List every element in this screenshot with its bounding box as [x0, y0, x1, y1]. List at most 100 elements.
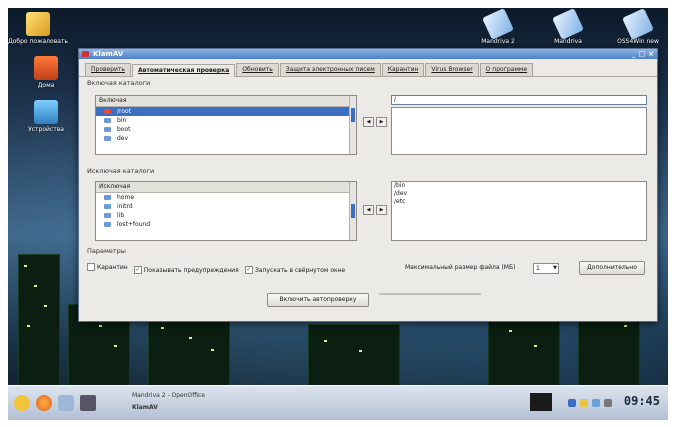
tree-row-label: lost+found: [117, 221, 151, 228]
wallpaper-building: [308, 324, 400, 386]
tree-row-label: initrd: [117, 203, 133, 210]
list-item[interactable]: /dev: [392, 190, 646, 198]
scrollbar-thumb[interactable]: [351, 204, 355, 218]
minimize-button[interactable]: _: [632, 49, 636, 59]
mail-icon[interactable]: [58, 395, 74, 411]
remove-exclude-button[interactable]: ◀: [363, 205, 374, 215]
folder-icon: [104, 213, 111, 218]
task-openoffice[interactable]: Mandriva 2 - OpenOffice: [132, 392, 205, 399]
firefox-icon[interactable]: [36, 395, 52, 411]
folder-icon: [104, 222, 111, 227]
scrollbar-thumb[interactable]: [351, 108, 355, 122]
terminal-icon[interactable]: [80, 395, 96, 411]
include-group-label: Включая каталоги: [87, 79, 151, 87]
params-group: Параметры Карантин ✓ Показывать предупреж…: [87, 247, 647, 277]
desktop-icon-label: Дома: [37, 82, 55, 89]
tree-row-label: dev: [117, 135, 129, 142]
tree-row[interactable]: lost+found: [96, 220, 356, 229]
desktop: Добро пожаловать Дома Устройства Mandriv…: [8, 8, 668, 420]
checkbox-box[interactable]: ✓: [244, 266, 253, 274]
checkbox-box[interactable]: [87, 263, 95, 271]
tree-row[interactable]: boot: [96, 125, 356, 134]
tab-scan[interactable]: Проверить: [85, 63, 131, 76]
checkbox-label: Запускать в свёрнутом окне: [254, 266, 346, 274]
wallpaper-building: [18, 254, 60, 386]
tab-autoscan[interactable]: Автоматическая проверка: [131, 64, 236, 77]
volume-icon[interactable]: [604, 399, 612, 407]
tab-update[interactable]: Обновить: [236, 63, 279, 76]
include-tree-scrollbar[interactable]: [349, 96, 356, 154]
maximize-button[interactable]: □: [639, 49, 646, 59]
tree-row[interactable]: lib: [96, 211, 356, 220]
exclude-tree[interactable]: Исключая home initrd lib lost+found: [95, 181, 357, 241]
folder-icon: [104, 127, 111, 132]
list-item[interactable]: /etc: [392, 198, 646, 206]
task-klamav[interactable]: KlamAV: [132, 404, 158, 411]
exclude-tree-scrollbar[interactable]: [349, 182, 356, 240]
network-icon[interactable]: [568, 399, 576, 407]
tab-virus-browser[interactable]: Virus Browser: [425, 63, 479, 76]
start-minimized-checkbox[interactable]: ✓ Запускать в свёрнутом окне: [244, 266, 346, 274]
list-item[interactable]: /bin: [392, 182, 646, 190]
desktop-icon-label: OSS4Win new: [617, 38, 659, 45]
folder-icon: [104, 118, 111, 123]
max-size-select[interactable]: 1: [533, 263, 559, 274]
klamav-icon: [82, 51, 89, 57]
include-tree-header[interactable]: Включая: [96, 96, 356, 107]
window-title: KlamAV: [93, 50, 124, 58]
desktop-icon-label: Устройства: [28, 126, 64, 133]
tree-row[interactable]: home: [96, 193, 356, 202]
tree-row[interactable]: bin: [96, 116, 356, 125]
folder-icon: [104, 109, 111, 114]
desktop-icon-home[interactable]: Дома: [16, 56, 76, 89]
tree-row[interactable]: initrd: [96, 202, 356, 211]
desktop-icon-mandriva-2[interactable]: Mandriva 2: [468, 8, 528, 45]
desktop-icon-label: Mandriva: [554, 38, 582, 45]
include-list[interactable]: [391, 107, 647, 155]
close-button[interactable]: ×: [648, 49, 654, 59]
exclude-group-label: Исключая каталоги: [87, 167, 155, 175]
desktop-icon-mandriva[interactable]: Mandriva: [538, 8, 598, 45]
checkbox-label: Карантин: [97, 263, 128, 271]
desktop-pager[interactable]: [530, 393, 552, 411]
show-warnings-checkbox[interactable]: ✓ Показывать предупреждения: [133, 266, 239, 274]
tab-about[interactable]: О программе: [479, 63, 534, 76]
exclude-tree-header[interactable]: Исключая: [96, 182, 356, 193]
welcome-icon: [26, 12, 50, 36]
clock[interactable]: 09:45: [624, 394, 660, 408]
quarantine-checkbox[interactable]: Карантин: [87, 263, 128, 271]
max-size-label: Максимальный размер файла (МБ): [405, 264, 516, 271]
mandriva-icon: [482, 8, 514, 40]
mandriva-icon: [622, 8, 654, 40]
devices-icon: [34, 100, 58, 124]
add-exclude-button[interactable]: ▶: [376, 205, 387, 215]
klamav-window: KlamAV _ □ × Проверить Автоматическая пр…: [78, 48, 658, 322]
advanced-button[interactable]: Дополнительно: [579, 261, 645, 275]
folder-icon: [104, 136, 111, 141]
wallpaper-building: [148, 314, 230, 386]
tree-row[interactable]: dev: [96, 134, 356, 143]
window-titlebar[interactable]: KlamAV _ □ ×: [79, 49, 657, 59]
add-include-button[interactable]: ▶: [376, 117, 387, 127]
include-tree[interactable]: Включая /root bin boot dev: [95, 95, 357, 155]
folder-icon[interactable]: [580, 399, 588, 407]
exclude-list[interactable]: /bin /dev /etc: [391, 181, 647, 241]
remove-include-button[interactable]: ◀: [363, 117, 374, 127]
tree-row-label: boot: [117, 126, 131, 133]
tab-email-protection[interactable]: Защита электронных писем: [279, 63, 381, 76]
include-path-input[interactable]: /: [391, 95, 647, 105]
enable-autoscan-button[interactable]: Включить автопроверку: [267, 293, 369, 307]
desktop-icon-welcome[interactable]: Добро пожаловать: [8, 12, 68, 45]
update-icon[interactable]: [592, 399, 600, 407]
desktop-icon-devices[interactable]: Устройства: [16, 100, 76, 133]
home-icon: [34, 56, 58, 80]
checkbox-box[interactable]: ✓: [133, 266, 142, 274]
folder-icon: [104, 195, 111, 200]
folder-icon: [104, 204, 111, 209]
include-group: Включая каталоги Включая /root bin boot …: [87, 79, 647, 159]
desktop-icon-oss4win[interactable]: OSS4Win new: [608, 8, 668, 45]
disable-autoscan-button: [379, 293, 481, 295]
tree-row[interactable]: /root: [96, 107, 356, 116]
tab-quarantine[interactable]: Карантин: [381, 63, 425, 76]
star-icon[interactable]: [14, 395, 30, 411]
